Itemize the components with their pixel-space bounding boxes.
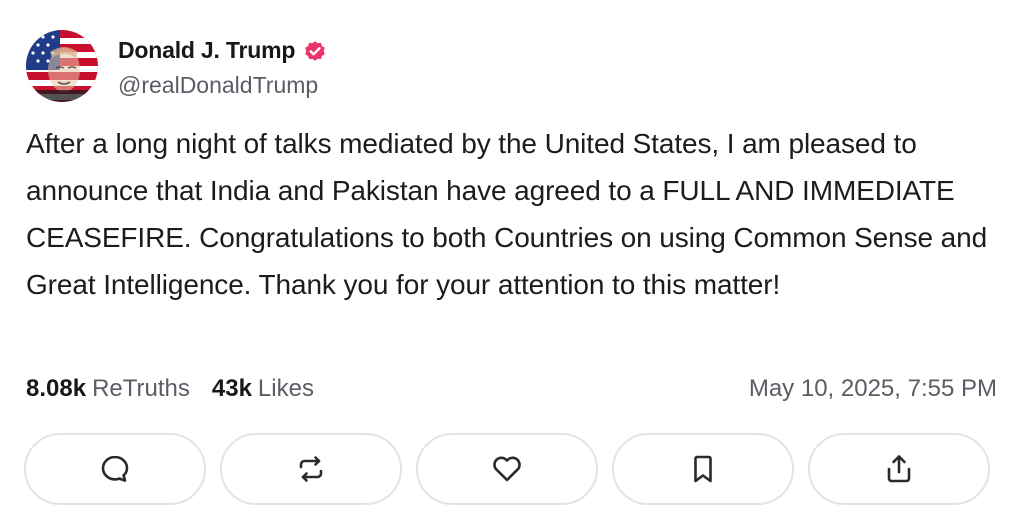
post-stats: 8.08k ReTruths 43k Likes May 10, 2025, 7… [26, 371, 997, 407]
post-text: After a long night of talks mediated by … [26, 128, 988, 300]
repost-icon [294, 452, 328, 486]
reply-button[interactable] [24, 433, 206, 505]
retruths-count: 8.08k [26, 375, 87, 402]
display-name[interactable]: Donald J. Trump [118, 37, 295, 64]
verified-badge-icon [303, 39, 327, 63]
action-bar [24, 433, 990, 505]
bookmark-button[interactable] [612, 433, 794, 505]
heart-icon [490, 452, 524, 486]
post-timestamp[interactable]: May 10, 2025, 7:55 PM [749, 375, 997, 403]
likes-stat[interactable]: 43k Likes [212, 375, 314, 403]
retruths-stat[interactable]: 8.08k ReTruths [26, 375, 190, 403]
avatar-image [26, 30, 98, 102]
avatar[interactable] [26, 30, 98, 102]
truth-post: Donald J. Trump @realDonaldTrump After a… [0, 0, 1024, 528]
display-name-row: Donald J. Trump [118, 34, 327, 68]
retruth-button[interactable] [220, 433, 402, 505]
likes-label: Likes [257, 375, 314, 402]
post-header: Donald J. Trump @realDonaldTrump [26, 30, 327, 102]
bookmark-icon [686, 452, 720, 486]
share-button[interactable] [808, 433, 990, 505]
author-handle[interactable]: @realDonaldTrump [118, 72, 327, 99]
likes-count: 43k [211, 375, 252, 402]
author-names: Donald J. Trump @realDonaldTrump [118, 34, 327, 99]
like-button[interactable] [416, 433, 598, 505]
retruths-label: ReTruths [92, 375, 190, 402]
comment-icon [98, 452, 132, 486]
share-icon [882, 452, 916, 486]
